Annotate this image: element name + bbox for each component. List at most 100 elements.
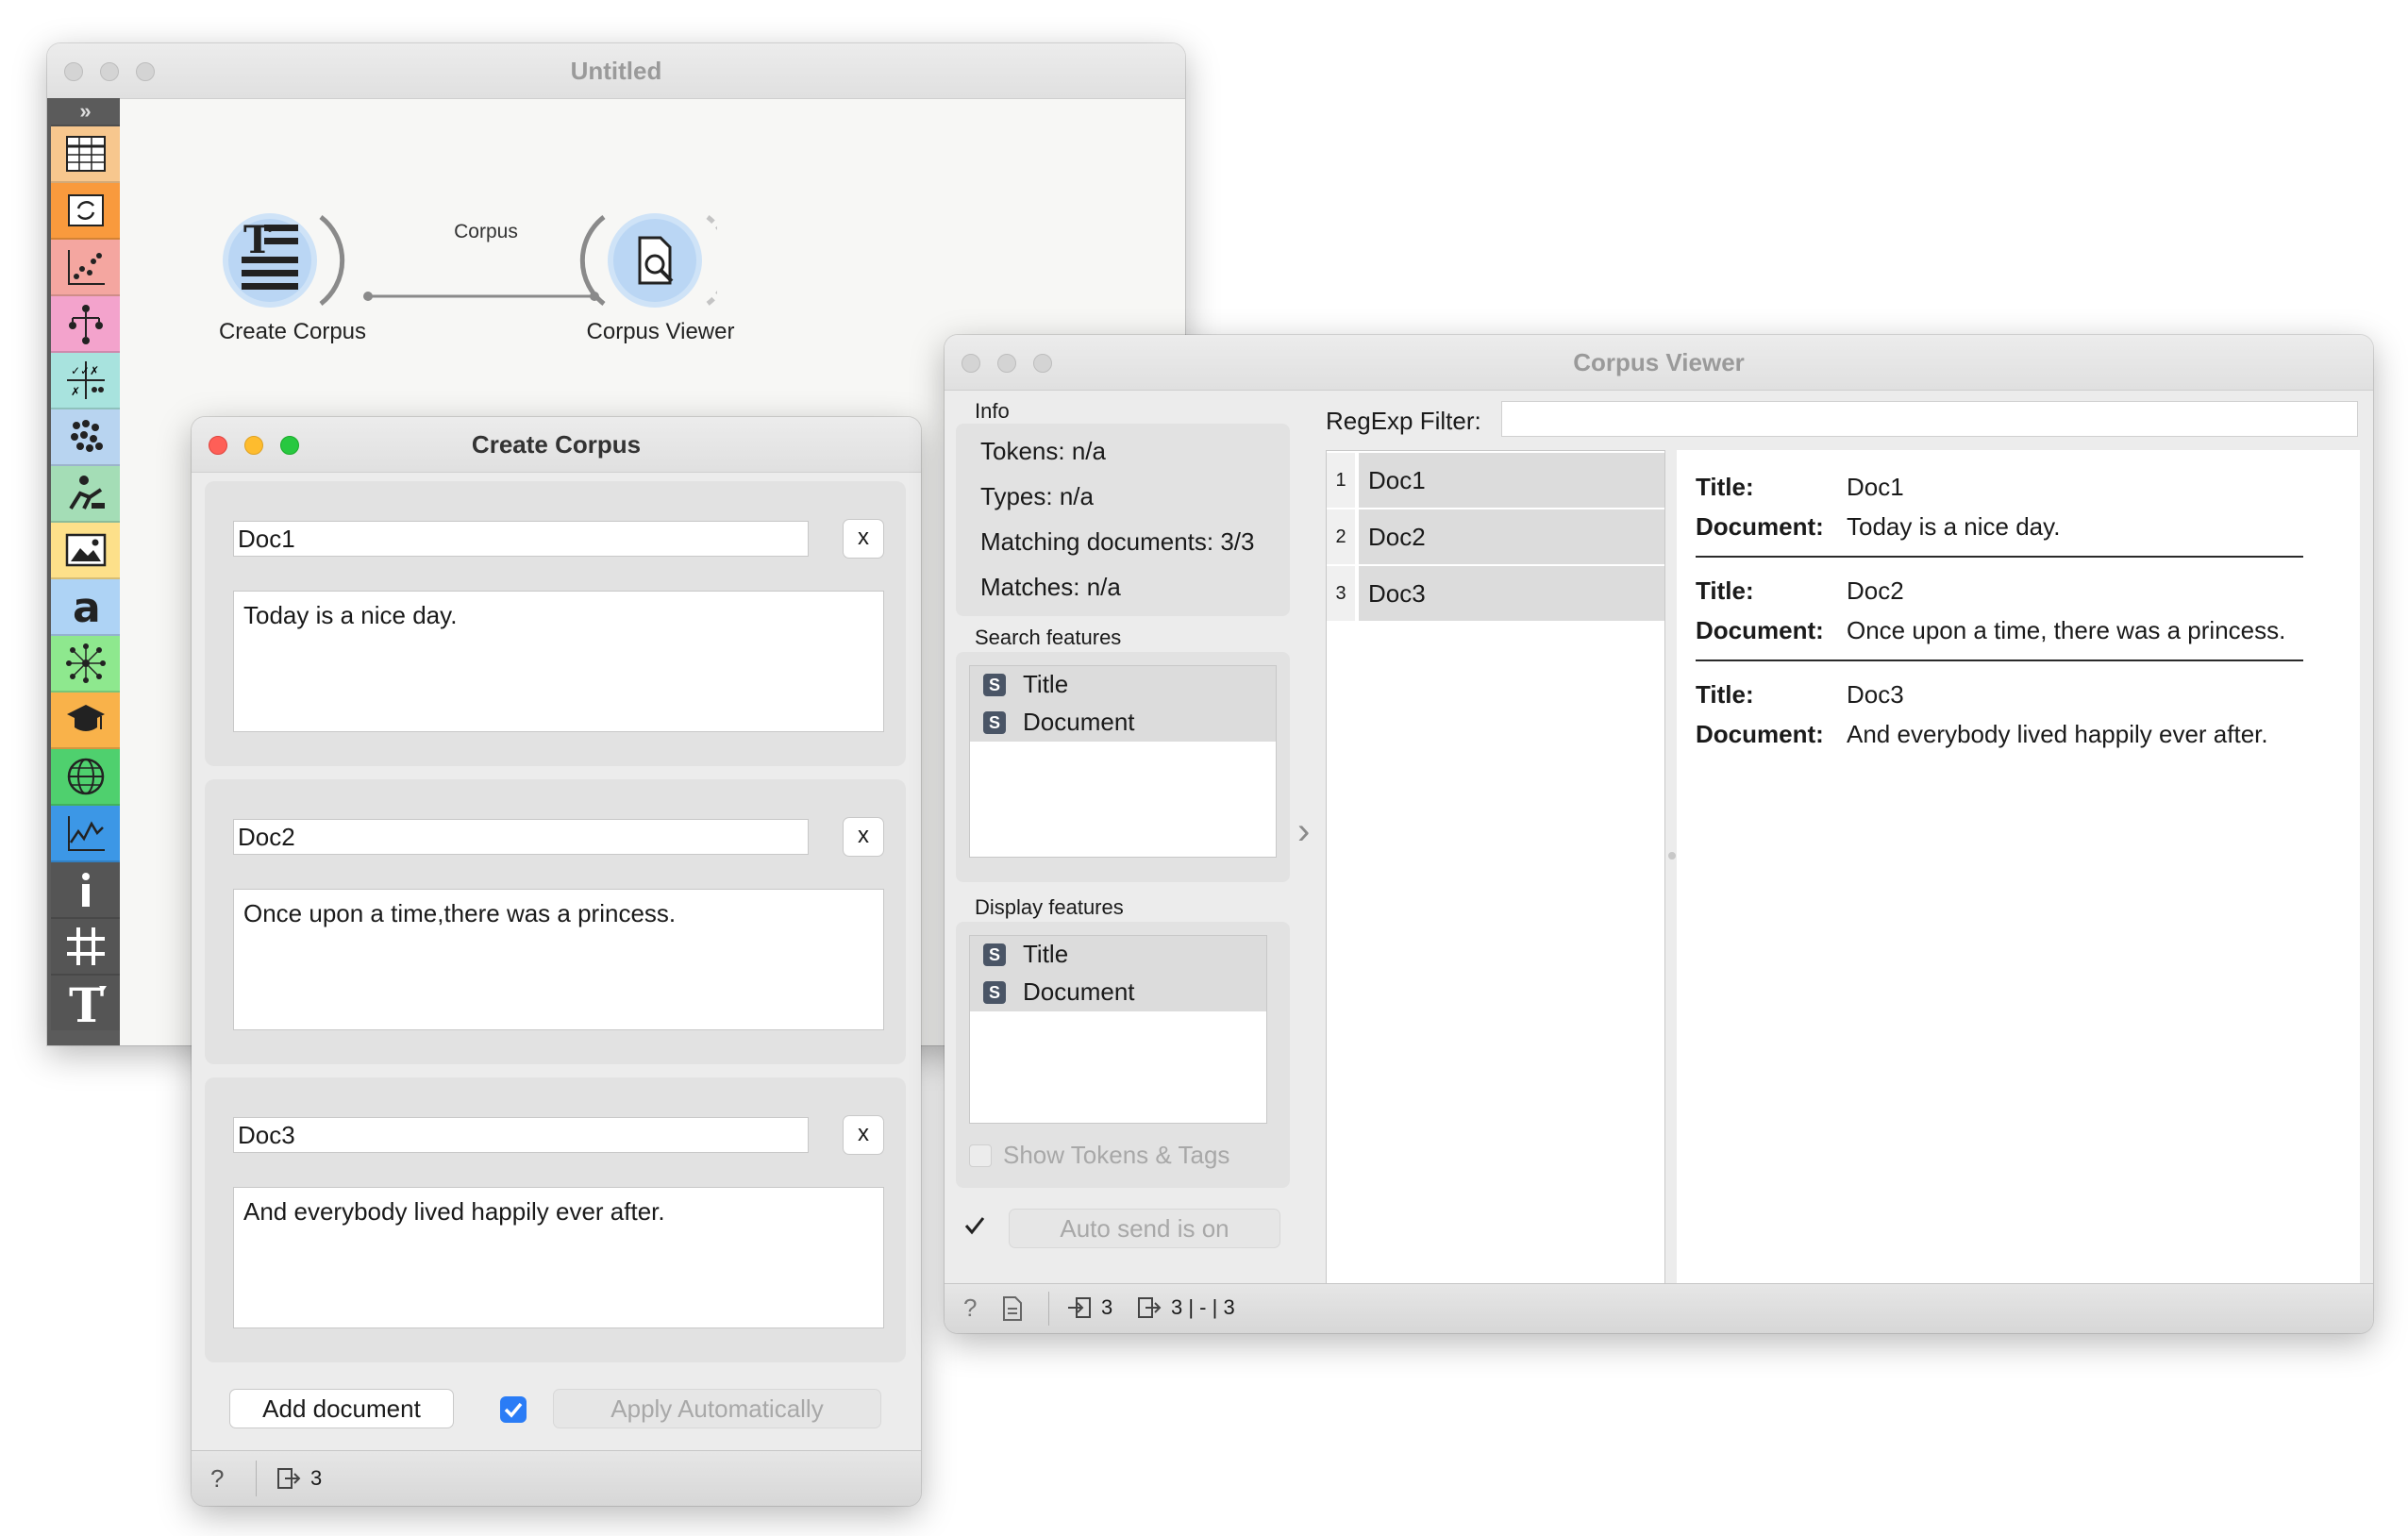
row-number: 1	[1327, 453, 1355, 508]
regexp-filter-input[interactable]	[1501, 401, 2358, 437]
document-value: Once upon a time, there was a princess.	[1847, 616, 2286, 644]
table-row[interactable]: 2 Doc2	[1327, 509, 1664, 564]
category-model[interactable]	[51, 296, 120, 353]
document-key: Document:	[1696, 720, 1824, 748]
title-key: Title:	[1696, 680, 1754, 709]
title-value: Doc2	[1847, 576, 1904, 605]
list-item[interactable]: S Title	[970, 666, 1276, 704]
output-count: 3	[310, 1466, 323, 1490]
category-evaluate[interactable]: ✓✓ ✗ ✗	[51, 353, 120, 409]
window-title: Create Corpus	[471, 430, 642, 459]
splitter-handle[interactable]	[1668, 852, 1676, 860]
document-title-input[interactable]: Doc3	[233, 1117, 809, 1153]
display-features-label: Display features	[975, 895, 1124, 919]
display-features-box: S Title S Document Show Tokens & Tags	[956, 922, 1290, 1188]
table-row[interactable]: 3 Doc3	[1327, 566, 1664, 621]
separator	[1696, 659, 2303, 661]
regexp-filter-label: RegExp Filter:	[1326, 407, 1481, 435]
category-transform[interactable]	[51, 183, 120, 240]
category-text[interactable]: T	[51, 976, 120, 1030]
title-value: Doc3	[1847, 680, 1904, 709]
document-title-input[interactable]: Doc1	[233, 521, 809, 557]
show-tokens-checkbox[interactable]	[969, 1144, 992, 1167]
string-type-icon: S	[983, 943, 1006, 966]
help-icon[interactable]: ?	[210, 1464, 224, 1494]
output-icon	[277, 1468, 301, 1489]
image-analytics-icon	[65, 533, 106, 567]
feature-label: Title	[1023, 940, 1069, 968]
category-info[interactable]	[51, 862, 120, 919]
svg-text:a: a	[73, 584, 101, 629]
report-icon[interactable]	[1001, 1295, 1024, 1322]
document-text-area[interactable]: Today is a nice day.	[233, 591, 884, 732]
category-text-mining[interactable]: a	[51, 579, 120, 636]
category-network[interactable]	[51, 636, 120, 693]
remove-document-button[interactable]: x	[843, 1115, 884, 1155]
category-unsupervised[interactable]	[51, 409, 120, 466]
unsupervised-icon	[70, 420, 103, 452]
category-timeseries[interactable]	[51, 806, 120, 862]
category-educational[interactable]	[51, 466, 120, 523]
evaluate-icon: ✓✓ ✗✗	[66, 361, 105, 399]
display-features-list[interactable]: S Title S Document	[969, 935, 1267, 1124]
input-icon	[1068, 1297, 1091, 1318]
apply-automatically-checkbox[interactable]	[500, 1396, 527, 1423]
category-geo[interactable]	[51, 749, 120, 806]
remove-document-button[interactable]: x	[843, 519, 884, 559]
data-table-icon	[65, 136, 106, 172]
category-visualize[interactable]	[51, 240, 120, 296]
category-hashtag[interactable]	[51, 919, 120, 976]
search-features-box: S Title S Document	[956, 652, 1290, 882]
svg-text:✗: ✗	[71, 385, 80, 398]
category-data[interactable]	[51, 126, 120, 183]
status-bar: ? 3	[192, 1450, 921, 1506]
node-label-corpus-viewer: Corpus Viewer	[586, 319, 735, 344]
window-title: Untitled	[570, 57, 662, 85]
educational-icon	[68, 476, 105, 510]
node-corpus-viewer[interactable]	[538, 204, 732, 317]
status-divider	[256, 1461, 257, 1496]
list-item[interactable]: S Title	[970, 936, 1266, 974]
list-item[interactable]: S Document	[970, 974, 1266, 1011]
node-create-corpus[interactable]: T	[208, 204, 387, 317]
document-title-input[interactable]: Doc2	[233, 819, 809, 855]
list-item[interactable]: S Document	[970, 704, 1276, 742]
input-count: 3	[1101, 1295, 1113, 1319]
auto-send-checkbox[interactable]	[962, 1212, 988, 1239]
document-detail-view: Title: Doc1 Document: Today is a nice da…	[1677, 450, 2360, 1307]
category-image-analytics[interactable]	[51, 523, 120, 579]
apply-automatically-button[interactable]: Apply Automatically	[553, 1389, 881, 1428]
svg-text:T: T	[69, 980, 104, 1026]
document-text-area[interactable]: Once upon a time,there was a princess.	[233, 889, 884, 1030]
geo-globe-icon	[67, 758, 104, 795]
document-editor: Doc3 x And everybody lived happily ever …	[205, 1077, 906, 1362]
canvas-titlebar: Untitled	[47, 43, 1185, 99]
expand-icon: »	[79, 99, 92, 123]
document-text-area[interactable]: And everybody lived happily ever after.	[233, 1187, 884, 1328]
remove-document-button[interactable]: x	[843, 817, 884, 857]
document-editor: Doc1 x Today is a nice day.	[205, 481, 906, 766]
category-education[interactable]	[51, 693, 120, 749]
title-key: Title:	[1696, 576, 1754, 605]
status-divider	[1048, 1292, 1049, 1326]
title-value: Doc1	[1847, 473, 1904, 501]
help-icon[interactable]: ?	[963, 1294, 977, 1323]
document-list[interactable]: 1 Doc1 2 Doc2 3 Doc3	[1326, 450, 1665, 1307]
network-icon	[65, 643, 106, 683]
show-tokens-label: Show Tokens & Tags	[1003, 1141, 1230, 1169]
document-key: Document:	[1696, 512, 1824, 541]
auto-send-button[interactable]: Auto send is on	[1009, 1209, 1280, 1248]
document-key: Document:	[1696, 616, 1824, 644]
document-name: Doc1	[1359, 453, 1664, 508]
document-name: Doc2	[1359, 509, 1664, 564]
model-tree-icon	[68, 305, 103, 344]
table-row[interactable]: 1 Doc1	[1327, 453, 1664, 508]
add-document-button[interactable]: Add document	[229, 1389, 454, 1428]
toolbox-expand-button[interactable]: »	[51, 98, 120, 126]
search-features-list[interactable]: S Title S Document	[969, 665, 1277, 858]
timeseries-icon	[67, 816, 105, 851]
feature-label: Document	[1023, 977, 1135, 1006]
visualize-icon	[67, 250, 105, 285]
text-mining-icon: a	[73, 584, 101, 629]
chevron-right-icon[interactable]: ›	[1297, 810, 1310, 853]
